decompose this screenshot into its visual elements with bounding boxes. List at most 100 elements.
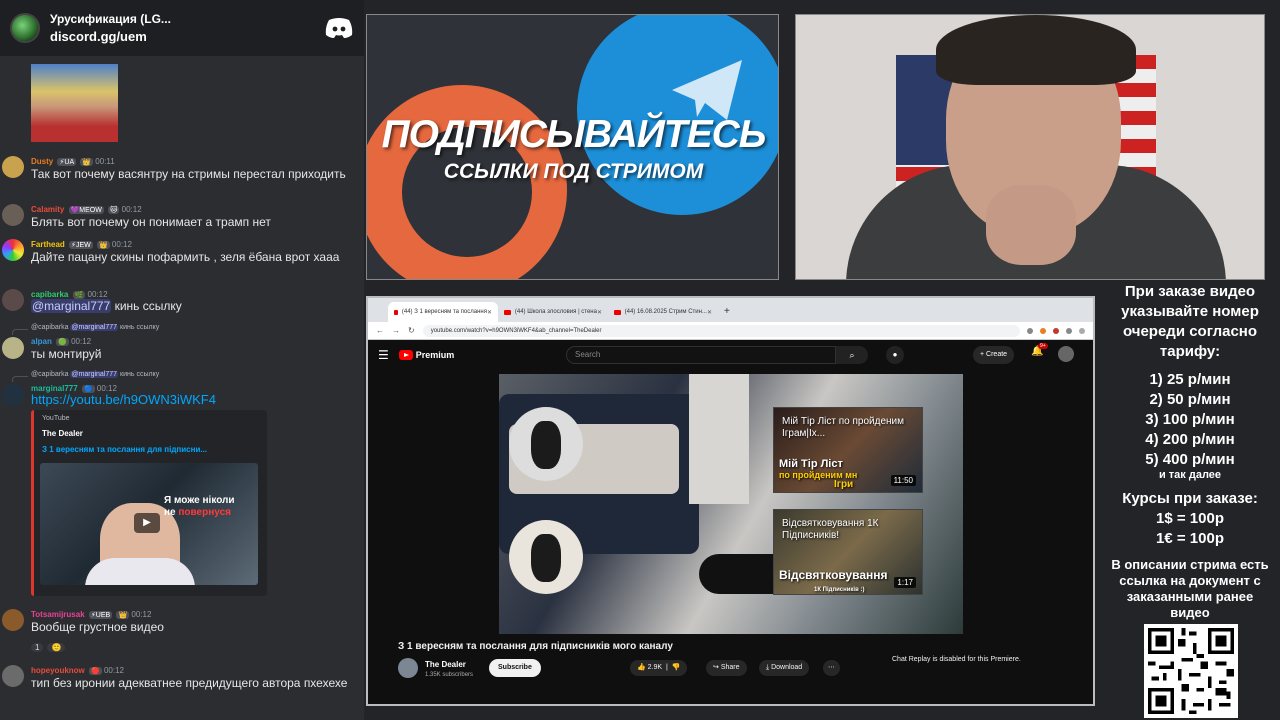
timestamp: 00:12 bbox=[71, 337, 92, 346]
avatar bbox=[2, 665, 24, 687]
youtube-favicon bbox=[504, 309, 511, 315]
reply-text: кинь ссылку bbox=[120, 371, 160, 378]
promo-subtitle: ССЫЛКИ ПОД СТРИМОМ bbox=[443, 160, 704, 183]
avatar bbox=[2, 609, 24, 631]
role-badge: 🟢 bbox=[56, 338, 69, 346]
browser-tab[interactable]: (44) З 1 вересням та послання ✕ bbox=[388, 302, 498, 322]
menu-icon[interactable]: ☰ bbox=[378, 348, 389, 362]
timestamp: 00:12 bbox=[131, 610, 152, 619]
video-player[interactable]: Мій Тір Ліст по пройденим Іграм|Іх... Мі… bbox=[499, 374, 963, 634]
forward-icon[interactable]: → bbox=[392, 326, 400, 335]
search-input[interactable]: Search bbox=[566, 346, 836, 364]
message-text-rest: кинь ссылку bbox=[111, 299, 182, 313]
more-icon[interactable]: ⋯ bbox=[823, 660, 840, 676]
server-header: Урусификация (LG... discord.gg/uem bbox=[0, 0, 364, 56]
back-icon[interactable]: ← bbox=[376, 326, 384, 335]
share-button[interactable]: ↪ Share bbox=[706, 660, 747, 676]
server-invite[interactable]: discord.gg/uem bbox=[50, 29, 171, 44]
reply-mention: @marginal777 bbox=[70, 371, 119, 378]
message-text: ты монтируй bbox=[31, 347, 102, 361]
stream-layout: Урусификация (LG... discord.gg/uem Dusty… bbox=[0, 0, 1280, 720]
subscribe-button[interactable]: Subscribe bbox=[489, 659, 541, 677]
account-avatar[interactable] bbox=[1058, 346, 1074, 362]
overlay-line: Я може ніколи bbox=[164, 495, 235, 506]
timestamp: 00:12 bbox=[121, 205, 142, 214]
reload-icon[interactable]: ↻ bbox=[408, 326, 415, 335]
end-screen-card[interactable]: Відсвятковування 1К Підписників! Відсвят… bbox=[773, 509, 923, 595]
play-icon[interactable]: ▶ bbox=[134, 513, 160, 533]
card-duration: 1:17 bbox=[894, 577, 916, 588]
tab-strip: (44) З 1 вересням та послання ✕ (44) Школ… bbox=[368, 298, 1093, 322]
tariff-item: 4) 200 р/мин bbox=[1145, 431, 1235, 448]
timestamp: 00:11 bbox=[95, 157, 115, 166]
download-button[interactable]: ⤓ Download bbox=[759, 660, 810, 676]
timestamp: 00:12 bbox=[103, 666, 124, 675]
new-tab-icon[interactable]: + bbox=[718, 302, 736, 322]
username[interactable]: Farthead bbox=[31, 240, 65, 249]
close-icon[interactable]: ✕ bbox=[707, 309, 712, 316]
youtube-logo[interactable]: Premium bbox=[398, 350, 455, 360]
close-icon[interactable]: ✕ bbox=[487, 309, 492, 316]
role-badge: 🔴 bbox=[89, 667, 102, 675]
reply-preview[interactable]: @capibarka @marginal777 кинь ссылку bbox=[31, 324, 159, 331]
profile-icon[interactable] bbox=[1079, 327, 1085, 334]
webcam-feed bbox=[795, 14, 1265, 280]
youtube-link[interactable]: https://youtu.be/h9OWN3iWKF4 bbox=[31, 392, 216, 407]
like-button[interactable]: 👍 2.9K | 👎 bbox=[630, 660, 688, 676]
close-icon[interactable]: ✕ bbox=[597, 309, 602, 316]
reaction-pill[interactable]: 🙂 bbox=[47, 643, 66, 652]
link-embed[interactable]: YouTube The Dealer З 1 вересням та посла… bbox=[31, 410, 267, 596]
username[interactable]: Dusty bbox=[31, 157, 53, 166]
overlay-red-text: повернуся bbox=[178, 507, 231, 518]
image-attachment[interactable] bbox=[31, 64, 118, 142]
tariff-item: 2) 50 р/мин bbox=[1149, 391, 1231, 408]
reaction-pill[interactable]: 1 bbox=[31, 643, 44, 652]
card-overlay-text-3: Ігри bbox=[834, 479, 854, 490]
search-icon[interactable]: ⌕ bbox=[836, 346, 868, 364]
create-label: Create bbox=[986, 351, 1008, 358]
username[interactable]: hopeyouknow bbox=[31, 666, 85, 675]
create-button[interactable]: + Create bbox=[973, 346, 1015, 364]
embed-thumbnail[interactable]: Я може ніколи не повернуся ▶ bbox=[40, 463, 258, 585]
extension-icon[interactable] bbox=[1027, 327, 1033, 334]
extension-icon[interactable] bbox=[1066, 327, 1072, 334]
username[interactable]: Calamity bbox=[31, 205, 64, 214]
user-mention[interactable]: @marginal777 bbox=[31, 299, 112, 313]
end-screen-card[interactable]: Мій Тір Ліст по пройденим Іграм|Іх... Мі… bbox=[773, 407, 923, 493]
logo-text: Premium bbox=[415, 350, 455, 360]
reply-user: @capibarka bbox=[31, 371, 69, 378]
card-overlay-text: Відсвятковування bbox=[779, 568, 888, 582]
browser-tab[interactable]: (44) Школа злословия | стена ✕ bbox=[498, 302, 608, 322]
username[interactable]: capibarka bbox=[31, 290, 68, 299]
message-text: @marginal777 кинь ссылку bbox=[31, 299, 356, 313]
role-badge: 👑 bbox=[96, 241, 110, 249]
channel-name[interactable]: The Dealer bbox=[425, 660, 466, 669]
description-note: В описании стрима есть ссылка на докумен… bbox=[1111, 557, 1269, 620]
role-badge: ⚡UEB bbox=[88, 611, 113, 619]
card-overlay-text: Мій Тір Ліст bbox=[779, 458, 843, 470]
reply-mention: @marginal777 bbox=[70, 324, 119, 331]
like-count: 2.9K bbox=[647, 664, 663, 671]
download-icon: ⤓ bbox=[766, 664, 770, 671]
server-name: Урусификация (LG... bbox=[50, 12, 171, 26]
mic-icon[interactable]: ● bbox=[886, 346, 904, 364]
extension-icon[interactable] bbox=[1053, 327, 1059, 334]
embed-author[interactable]: The Dealer bbox=[42, 429, 83, 438]
overlay-line: не bbox=[164, 507, 176, 518]
browser-window: (44) З 1 вересням та послання ✕ (44) Школ… bbox=[366, 296, 1095, 706]
message-meta: capibarka 🌿 00:12 bbox=[31, 290, 108, 299]
username[interactable]: Totsamijrusak bbox=[31, 610, 85, 619]
username[interactable]: alpan bbox=[31, 337, 52, 346]
tab-label: (44) Школа злословия | стена bbox=[514, 309, 597, 315]
browser-tab[interactable]: (44) 16.08.2025 Стрим Стин... ✕ bbox=[608, 302, 718, 322]
reply-preview[interactable]: @capibarka @marginal777 кинь ссылку bbox=[31, 371, 159, 378]
url-input[interactable]: youtube.com/watch?v=h9OWN3iWKF4&ab_chann… bbox=[422, 324, 1020, 337]
role-badge: 💜MEOW bbox=[68, 206, 104, 214]
extension-icon[interactable] bbox=[1040, 327, 1046, 334]
tariff-list: 1) 25 р/мин 2) 50 р/мин 3) 100 р/мин 4) … bbox=[1100, 370, 1280, 481]
rates-title: Курсы при заказе: bbox=[1122, 490, 1258, 507]
message-meta: hopeyouknow 🔴 00:12 bbox=[31, 666, 124, 675]
channel-avatar[interactable] bbox=[398, 658, 418, 678]
embed-title[interactable]: З 1 вересням та послання для підписни... bbox=[42, 445, 207, 454]
tab-label: (44) 16.08.2025 Стрим Стин... bbox=[624, 309, 707, 315]
